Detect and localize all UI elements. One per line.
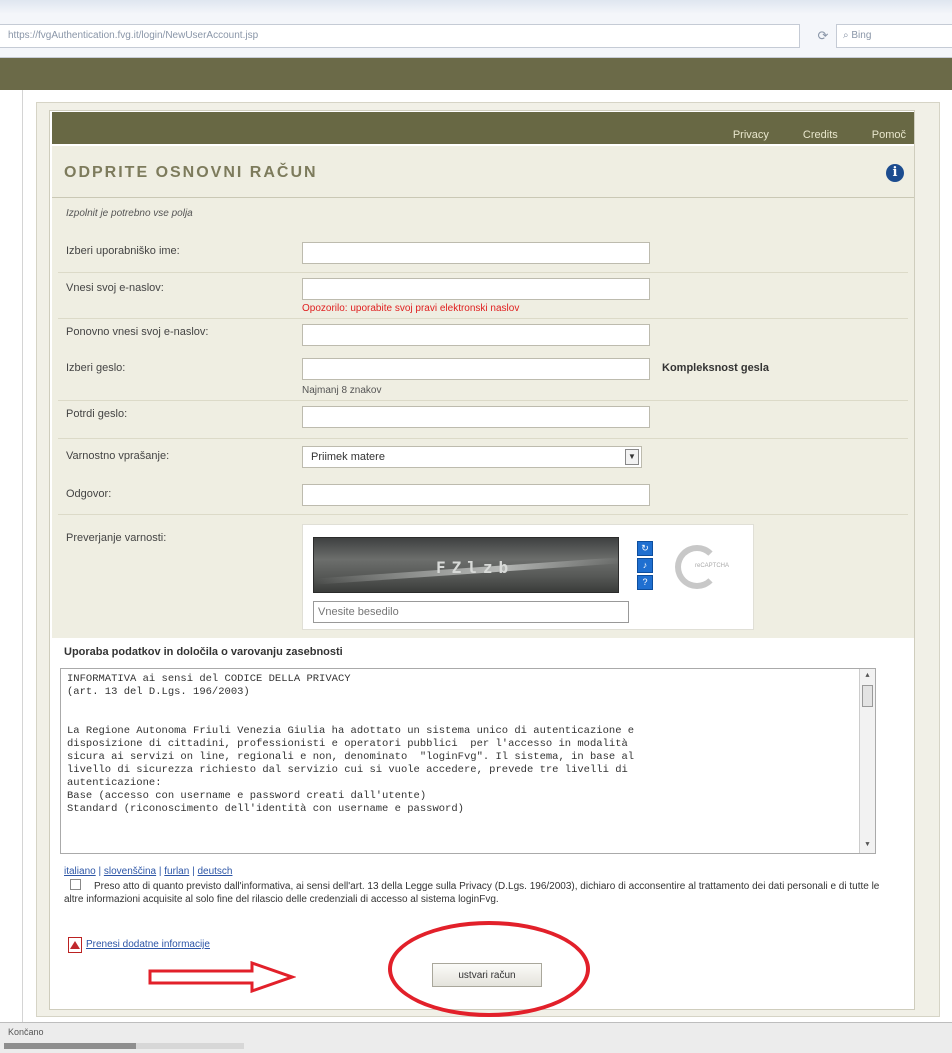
row-divider (58, 514, 908, 515)
terms-line: autenticazione: (67, 777, 162, 789)
captcha-refresh-icon[interactable]: ↻ (637, 541, 653, 556)
captcha-widget: FZlzb ↻ ♪ ? reCAPTCHA (302, 524, 754, 630)
terms-line (67, 699, 849, 712)
refresh-icon[interactable]: ⟳ (814, 27, 832, 45)
lang-link-slovenscina[interactable]: slovenščina (104, 866, 156, 877)
terms-line (67, 712, 849, 725)
terms-line: (art. 13 del D.Lgs. 196/2003) (67, 686, 250, 698)
security-question-value: Priimek matere (311, 451, 385, 463)
search-placeholder: Bing (851, 30, 872, 41)
email-error-message: Opozorilo: uporabite svoj pravi elektron… (302, 303, 520, 314)
answer-label: Odgovor: (66, 488, 112, 500)
terms-line: La Regione Autonoma Friuli Venezia Giuli… (67, 725, 635, 737)
lang-separator: | (95, 866, 104, 877)
captcha-label: Preverjanje varnosti: (66, 532, 167, 544)
email-input[interactable] (302, 278, 650, 300)
status-progress-bar (4, 1043, 244, 1049)
browser-title-strip (0, 0, 952, 14)
terms-line: livello di sicurezza richiesto dal servi… (67, 764, 628, 776)
password-confirm-label: Potrdi geslo: (66, 408, 128, 420)
header-nav: Privacy Credits Pomoč (733, 129, 906, 141)
consent-checkbox[interactable] (70, 879, 81, 890)
username-label: Izberi uporabniško ime: (66, 245, 180, 257)
browser-search-field[interactable]: ⌕ Bing (836, 24, 952, 48)
scroll-thumb[interactable] (862, 685, 873, 707)
terms-line: Base (accesso con username e password cr… (67, 790, 427, 802)
email-label: Vnesi svoj e-naslov: (66, 282, 164, 294)
annotation-arrow-icon (148, 961, 296, 993)
browser-status-bar: Končano (0, 1022, 952, 1053)
download-info-link[interactable]: Prenesi dodatne informacije (86, 939, 210, 950)
row-divider (58, 438, 908, 439)
left-divider (22, 90, 23, 1022)
terms-scrollbar[interactable]: ▲ ▼ (859, 669, 875, 853)
username-input[interactable] (302, 242, 650, 264)
terms-line: INFORMATIVA ai sensi del CODICE DELLA PR… (67, 673, 351, 685)
captcha-tools: ↻ ♪ ? (637, 541, 653, 590)
password-strength-label: Kompleksnost gesla (662, 362, 769, 374)
terms-line: Standard (riconoscimento dell'identità c… (67, 803, 464, 815)
row-divider (58, 318, 908, 319)
password-confirm-input[interactable] (302, 406, 650, 428)
terms-textarea[interactable]: INFORMATIVA ai sensi del CODICE DELLA PR… (60, 668, 876, 854)
scroll-down-icon[interactable]: ▼ (862, 840, 873, 851)
pdf-icon[interactable] (68, 937, 82, 953)
consent-text: Preso atto di quanto previsto dall'infor… (64, 881, 880, 905)
address-bar[interactable]: https://fvgAuthentication.fvg.it/login/N… (0, 24, 800, 48)
registration-form: Izpolnit je potrebno vse polja Izberi up… (52, 198, 914, 638)
captcha-image: FZlzb (313, 537, 620, 593)
nav-privacy-link[interactable]: Privacy (733, 129, 769, 141)
lang-link-deutsch[interactable]: deutsch (197, 866, 232, 877)
captcha-audio-icon[interactable]: ♪ (637, 558, 653, 573)
captcha-input[interactable] (313, 601, 629, 623)
password-input[interactable] (302, 358, 650, 380)
email-confirm-input[interactable] (302, 324, 650, 346)
scroll-up-icon[interactable]: ▲ (862, 671, 873, 682)
browser-toolbar: https://fvgAuthentication.fvg.it/login/N… (0, 0, 952, 58)
create-account-button[interactable]: ustvari račun (432, 963, 542, 987)
password-label: Izberi geslo: (66, 362, 126, 374)
captcha-help-icon[interactable]: ? (637, 575, 653, 590)
chevron-down-icon[interactable]: ▼ (625, 449, 639, 465)
captcha-text: FZlzb (436, 558, 515, 577)
title-bar: ODPRITE OSNOVNI RAČUN i (52, 146, 914, 198)
required-note: Izpolnit je potrebno vse polja (66, 208, 193, 219)
status-progress-fill (4, 1043, 136, 1049)
status-text: Končano (8, 1027, 44, 1037)
row-divider (58, 400, 908, 401)
privacy-heading: Uporaba podatkov in določila o varovanju… (64, 646, 343, 658)
language-links: italiano | slovenščina | furlan | deutsc… (64, 866, 232, 877)
recaptcha-logo-text: reCAPTCHA (695, 563, 730, 569)
terms-line: disposizione di cittadini, professionist… (67, 738, 628, 750)
answer-input[interactable] (302, 484, 650, 506)
security-question-label: Varnostno vprašanje: (66, 450, 170, 462)
pdf-icon-mark (70, 941, 80, 949)
info-icon[interactable]: i (886, 164, 904, 182)
site-top-band (0, 58, 952, 90)
page-title: ODPRITE OSNOVNI RAČUN (64, 164, 318, 181)
nav-credits-link[interactable]: Credits (803, 129, 838, 141)
row-divider (58, 272, 908, 273)
security-question-select[interactable]: Priimek matere ▼ (302, 446, 642, 468)
site-header: Privacy Credits Pomoč (52, 112, 914, 144)
terms-line: sicura ai servizi on line, regionali e n… (67, 751, 635, 763)
lang-link-furlan[interactable]: furlan (164, 866, 189, 877)
password-hint: Najmanj 8 znakov (302, 385, 382, 396)
nav-help-link[interactable]: Pomoč (872, 129, 906, 141)
email-confirm-label: Ponovno vnesi svoj e-naslov: (66, 326, 209, 338)
lang-link-italiano[interactable]: italiano (64, 866, 96, 877)
